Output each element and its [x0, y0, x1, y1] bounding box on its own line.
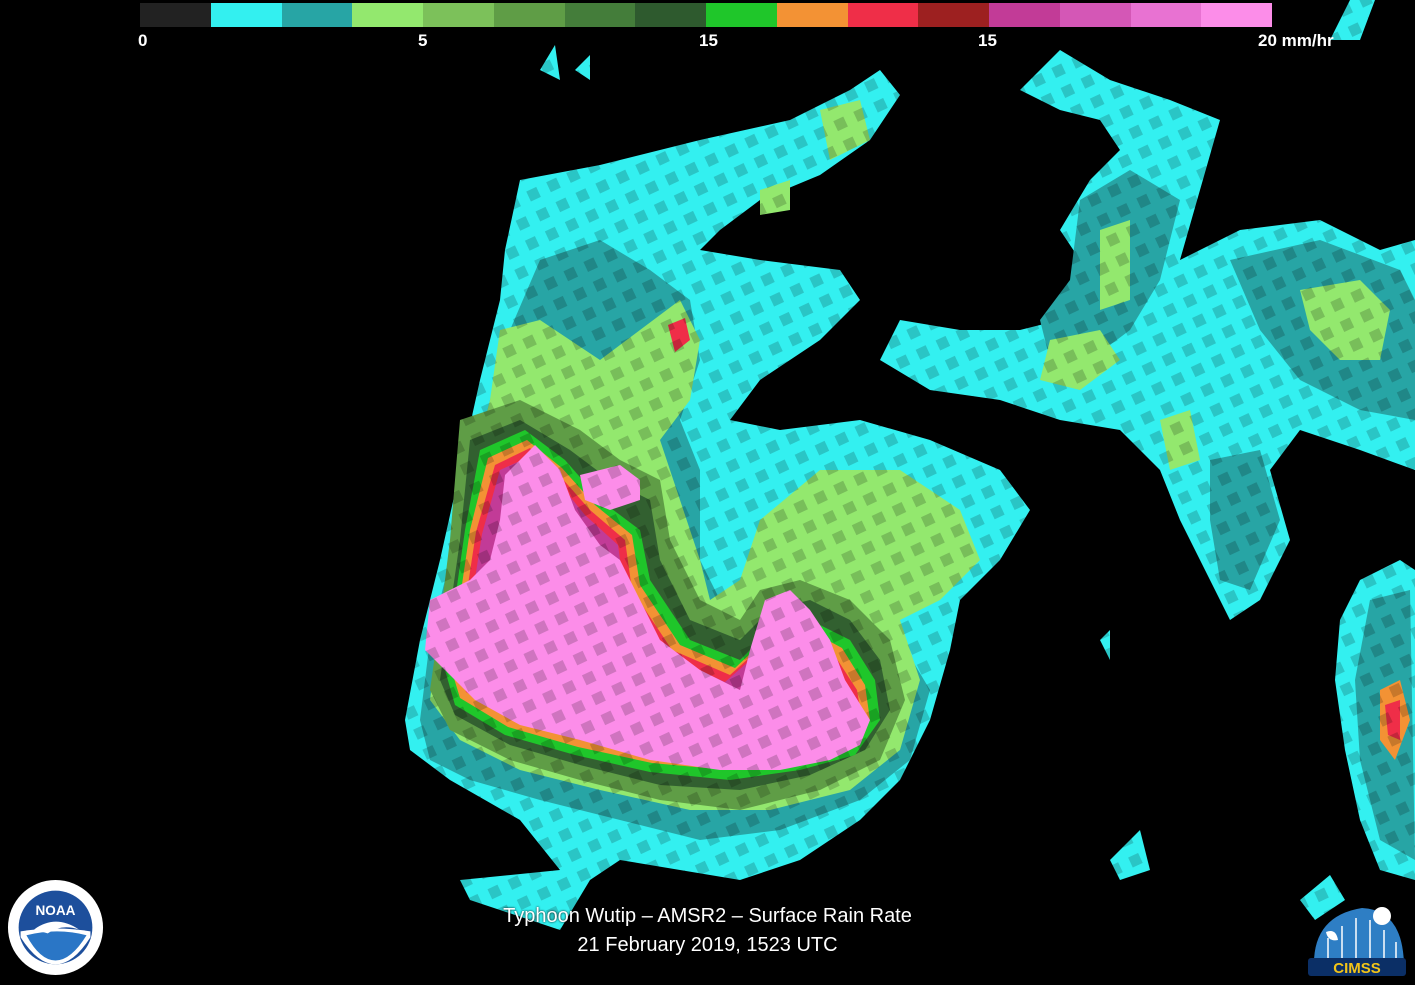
colorbar-swatch: [140, 3, 211, 27]
colorbar-swatch: [918, 3, 989, 27]
rain-rate-map-view: 0 5 15 15 20 mm/hr Typhoon Wutip – AMSR2…: [0, 0, 1415, 985]
caption-title: Typhoon Wutip – AMSR2 – Surface Rain Rat…: [503, 905, 912, 927]
colorbar-swatch: [989, 3, 1060, 27]
colorbar-swatch: [1059, 3, 1131, 27]
colorbar-swatch: [281, 3, 353, 27]
colorbar-tick-label: 15: [978, 31, 997, 50]
colorbar-swatch: [1130, 3, 1202, 27]
rain-rate-map: [0, 0, 1415, 985]
noaa-logo-text: NOAA: [36, 903, 76, 918]
image-caption: Typhoon Wutip – AMSR2 – Surface Rain Rat…: [0, 902, 1415, 960]
colorbar-swatch: [635, 3, 706, 27]
colorbar-swatch: [493, 3, 565, 27]
cimss-logo-text: CIMSS: [1333, 960, 1381, 976]
colorbar-swatch: [706, 3, 777, 27]
caption-datetime: 21 February 2019, 1523 UTC: [577, 934, 838, 956]
colorbar-swatch: [776, 3, 848, 27]
colorbar-swatch: [847, 3, 919, 27]
colorbar-swatch: [352, 3, 423, 27]
colorbar-swatch: [1201, 3, 1272, 27]
noaa-logo: NOAA: [7, 879, 104, 976]
colorbar-swatch: [423, 3, 494, 27]
colorbar-swatch: [564, 3, 636, 27]
colorbar-tick-label: 0: [138, 31, 148, 50]
colorbar-tick-label: 15: [699, 31, 718, 50]
colorbar-tick-label: 20 mm/hr: [1258, 31, 1334, 50]
colorbar-tick-label: 5: [418, 31, 428, 50]
colorbar-swatch: [210, 3, 282, 27]
cimss-logo: CIMSS: [1308, 907, 1406, 976]
rain-rate-colorbar: [140, 3, 1272, 27]
